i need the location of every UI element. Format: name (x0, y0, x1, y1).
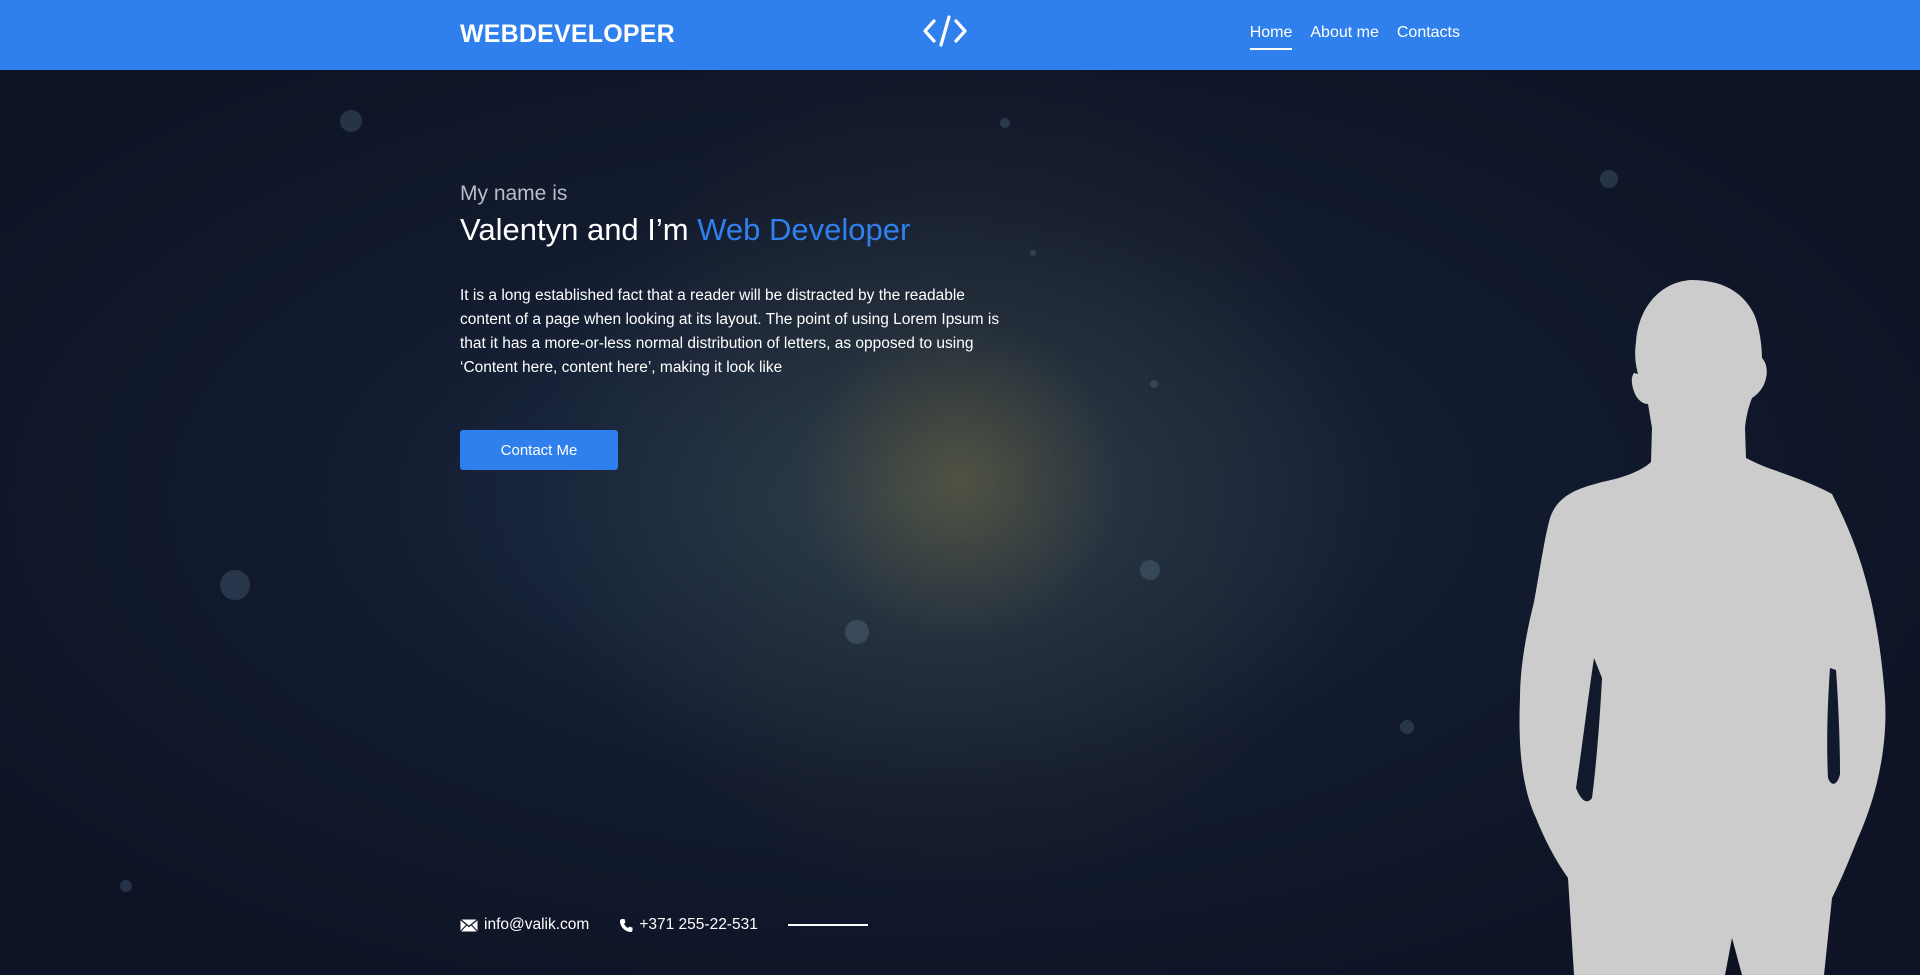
hero-intro: My name is Valentyn and I’m Web Develope… (460, 182, 1060, 248)
phone-link[interactable]: +371 255-22-531 (619, 916, 758, 934)
contact-row: info@valik.com +371 255-22-531 (460, 916, 868, 934)
code-brackets-icon (923, 15, 967, 47)
hero-bio: It is a long established fact that a rea… (460, 287, 1000, 376)
contact-me-button[interactable]: Contact Me (460, 430, 618, 470)
top-navbar: WEBDEVELOPER Home About me Contacts (0, 0, 1920, 70)
nav-contacts[interactable]: Contacts (1397, 24, 1460, 48)
nav-home[interactable]: Home (1249, 24, 1292, 50)
phone-icon (620, 918, 633, 932)
hero-headline: Valentyn and I’m Web Developer (460, 212, 1060, 248)
intro-eyebrow: My name is (460, 182, 568, 205)
envelope-icon (460, 918, 478, 932)
main-nav: Home About me Contacts (1249, 24, 1460, 50)
headline-accent: Web Developer (697, 212, 911, 247)
nav-about-me[interactable]: About me (1310, 24, 1378, 48)
email-text: info@valik.com (484, 916, 590, 933)
headline-prefix: Valentyn and I’m (460, 212, 698, 247)
brand-logo-text[interactable]: WEBDEVELOPER (460, 20, 675, 49)
decorative-line (787, 924, 868, 926)
phone-text: +371 255-22-531 (639, 916, 758, 933)
email-link[interactable]: info@valik.com (460, 916, 589, 934)
person-silhouette (1519, 280, 1886, 975)
